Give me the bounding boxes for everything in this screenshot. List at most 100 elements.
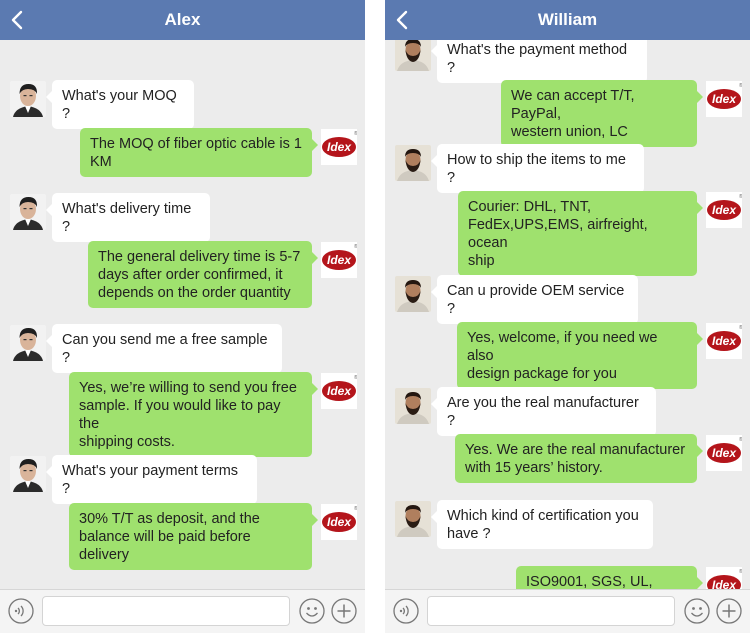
chat-title: Alex <box>164 10 201 29</box>
message-text-line: shipping costs. <box>79 434 175 450</box>
outgoing-message[interactable]: Yes, welcome, if you need we also design … <box>457 322 703 389</box>
message-text-line: We can accept T/T, PayPal, <box>511 88 635 122</box>
outgoing-message[interactable]: Yes. We are the real manufacturer with 15… <box>455 434 703 483</box>
message-text-line: Yes. We are the real manufacturer <box>465 442 686 458</box>
message-input[interactable] <box>42 596 290 626</box>
input-bar <box>0 589 365 633</box>
message-text-line: Yes, welcome, if you need we also <box>467 330 658 364</box>
plus-circle-icon[interactable] <box>331 598 357 624</box>
bearded-avatar[interactable] <box>395 40 431 71</box>
message-text-line: depends on the order quantity <box>98 285 291 301</box>
message-text-line: The general delivery time is 5-7 <box>98 249 301 265</box>
message-text-line: What's delivery time ? <box>62 201 192 235</box>
message-text-line: How to ship the items to me ? <box>447 152 626 186</box>
incoming-message[interactable]: What's the payment method ? <box>431 40 647 83</box>
male-avatar[interactable] <box>10 325 46 361</box>
chat-header: William <box>385 0 750 40</box>
input-bar <box>385 589 750 633</box>
svg-text:Idex: Idex <box>327 384 352 398</box>
smiley-icon[interactable] <box>299 598 325 624</box>
svg-text:Idex: Idex <box>327 253 352 267</box>
svg-text:Idex: Idex <box>712 203 737 217</box>
message-text-line: days after order confirmed, it <box>98 267 283 283</box>
male-avatar[interactable] <box>10 81 46 117</box>
svg-text:®: ® <box>739 568 742 575</box>
male-avatar[interactable] <box>10 194 46 230</box>
outgoing-message[interactable]: Yes, we’re willing to send you free sampl… <box>69 372 318 457</box>
message-text-line: Are you the real manufacturer ? <box>447 395 639 429</box>
svg-text:®: ® <box>739 193 742 200</box>
outgoing-message[interactable]: The general delivery time is 5-7 days aft… <box>88 241 318 308</box>
message-text-line: What's your payment terms ? <box>62 463 239 497</box>
chat-window-left: Alex What's your MOQ ? Idex ® The MOQ of fi… <box>0 0 365 633</box>
idex-logo[interactable]: Idex® <box>321 242 357 278</box>
idex-logo[interactable]: Idex® <box>706 567 742 589</box>
message-text-line: KM <box>90 154 112 170</box>
message-text-line: ISO9001, SGS, UL, RoHs. <box>526 574 653 589</box>
message-text-line: Can u provide OEM service ? <box>447 283 625 317</box>
message-text-line: What's your MOQ ? <box>62 88 177 122</box>
message-text-line: balance will be paid before delivery <box>79 529 251 563</box>
message-text-line: Yes, we’re willing to send you free <box>79 380 297 396</box>
outgoing-message[interactable]: ISO9001, SGS, UL, RoHs. <box>516 566 703 589</box>
svg-text:®: ® <box>739 324 742 331</box>
message-text-line: with 15 years’ history. <box>465 460 603 476</box>
message-text-line: have ? <box>447 526 491 542</box>
message-text-line: What's the payment method ? <box>447 42 628 76</box>
idex-logo[interactable]: Idex® <box>706 192 742 228</box>
outgoing-message[interactable]: 30% T/T as deposit, and the balance will … <box>69 503 318 570</box>
svg-text:®: ® <box>354 243 357 250</box>
svg-text:Idex: Idex <box>712 92 737 106</box>
incoming-message[interactable]: Which kind of certification you have ? <box>431 500 653 549</box>
message-text-line: western union, LC <box>511 124 628 140</box>
idex-logo[interactable]: Idex® <box>321 504 357 540</box>
bearded-avatar[interactable] <box>395 276 431 312</box>
message-list[interactable]: What's the payment method ? Idex ® We can a… <box>385 40 750 589</box>
voice-wave-icon[interactable] <box>393 598 419 624</box>
message-text-line: 30% T/T as deposit, and the <box>79 511 260 527</box>
voice-wave-icon[interactable] <box>8 598 34 624</box>
outgoing-message[interactable]: Courier: DHL, TNT, FedEx,UPS,EMS, airfrei… <box>458 191 703 276</box>
svg-text:Idex: Idex <box>712 578 737 589</box>
message-input[interactable] <box>427 596 675 626</box>
male-avatar[interactable] <box>10 456 46 492</box>
svg-text:®: ® <box>354 505 357 512</box>
message-text-line: The MOQ of fiber optic cable is 1 <box>90 136 302 152</box>
bearded-avatar[interactable] <box>395 501 431 537</box>
svg-text:®: ® <box>739 436 742 443</box>
idex-logo[interactable]: Idex® <box>706 81 742 117</box>
bearded-avatar[interactable] <box>395 145 431 181</box>
smiley-icon[interactable] <box>684 598 710 624</box>
idex-logo[interactable]: Idex® <box>321 129 357 165</box>
message-text-line: FedEx,UPS,EMS, airfreight, ocean <box>468 217 648 251</box>
svg-text:Idex: Idex <box>712 446 737 460</box>
chat-title: William <box>537 10 598 29</box>
message-text-line: Can you send me a free sample ? <box>62 332 268 366</box>
bearded-avatar[interactable] <box>395 388 431 424</box>
incoming-message[interactable]: Can u provide OEM service ? <box>431 275 638 324</box>
svg-text:®: ® <box>739 82 742 89</box>
outgoing-message[interactable]: The MOQ of fiber optic cable is 1 KM <box>80 128 318 177</box>
svg-text:Idex: Idex <box>327 140 352 154</box>
message-list[interactable]: What's your MOQ ? Idex ® The MOQ of fiber o… <box>0 40 365 589</box>
idex-logo[interactable]: Idex® <box>706 435 742 471</box>
svg-text:®: ® <box>354 130 357 137</box>
message-text-line: Courier: DHL, TNT, <box>468 199 592 215</box>
incoming-message[interactable]: Can you send me a free sample ? <box>46 324 282 373</box>
incoming-message[interactable]: What's your MOQ ? <box>46 80 194 129</box>
incoming-message[interactable]: What's delivery time ? <box>46 193 210 242</box>
chat-header: Alex <box>0 0 365 40</box>
outgoing-message[interactable]: We can accept T/T, PayPal, western union,… <box>501 80 703 147</box>
svg-text:Idex: Idex <box>327 515 352 529</box>
incoming-message[interactable]: How to ship the items to me ? <box>431 144 644 193</box>
incoming-message[interactable]: What's your payment terms ? <box>46 455 257 504</box>
incoming-message[interactable]: Are you the real manufacturer ? <box>431 387 656 436</box>
message-text-line: sample. If you would like to pay the <box>79 398 281 432</box>
plus-circle-icon[interactable] <box>716 598 742 624</box>
idex-logo[interactable]: Idex® <box>321 373 357 409</box>
message-text-line: ship <box>468 253 495 269</box>
chat-window-right: William What's the payment method ? Idex ®… <box>385 0 750 633</box>
idex-logo[interactable]: Idex® <box>706 323 742 359</box>
svg-text:®: ® <box>354 374 357 381</box>
message-text-line: Which kind of certification you <box>447 508 639 524</box>
